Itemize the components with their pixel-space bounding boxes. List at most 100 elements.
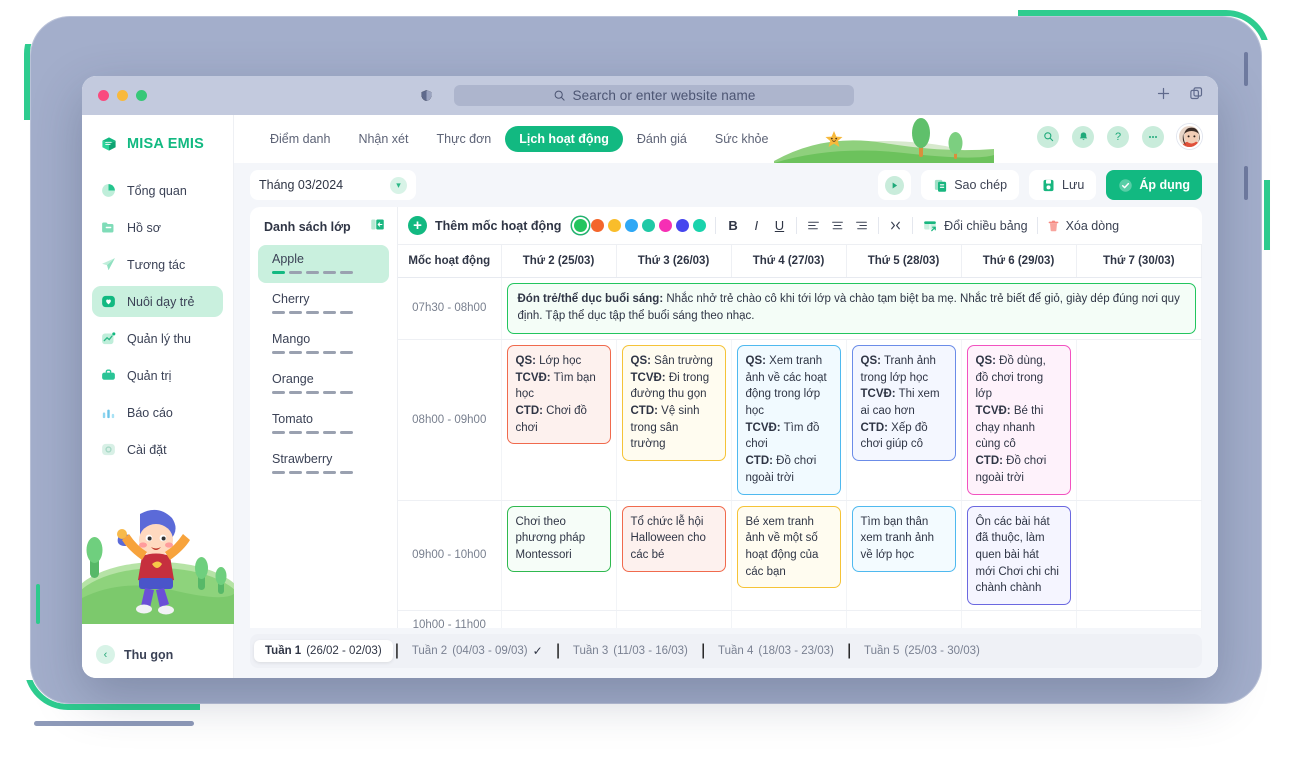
window-controls[interactable] — [98, 90, 147, 101]
class-item-apple[interactable]: Apple — [258, 245, 389, 283]
tab-thuc-don[interactable]: Thực đơn — [422, 126, 505, 152]
transpose-table-button[interactable]: Đổi chiều bảng — [922, 219, 1028, 233]
activity-cell-empty[interactable] — [961, 610, 1077, 628]
banner-cell[interactable]: Đón trẻ/thể dục buổi sáng: Nhắc nhở trẻ … — [501, 277, 1202, 341]
activity-cell-empty[interactable] — [616, 610, 732, 628]
sidebar-item-tuong-tac[interactable]: Tương tác — [92, 249, 223, 280]
activity-cell-empty[interactable] — [1076, 339, 1202, 501]
decor-underline — [34, 721, 194, 726]
activity-card[interactable]: Chơi theo phương pháp Montessori — [506, 505, 611, 572]
activity-cell-empty[interactable] — [1076, 500, 1202, 611]
activity-card[interactable]: QS: Sân trường TCVĐ: Đi trong đường thu … — [621, 345, 726, 462]
activity-cell[interactable]: QS: Tranh ảnh trong lớp học TCVĐ: Thi xe… — [846, 339, 962, 501]
add-activity-button[interactable]: + Thêm mốc hoạt động — [408, 216, 561, 235]
color-swatch-teal[interactable] — [642, 219, 656, 232]
activity-cell[interactable]: QS: Sân trường TCVĐ: Đi trong đường thu … — [616, 339, 732, 501]
activity-card[interactable]: Tìm bạn thân xem tranh ảnh về lớp học — [851, 505, 956, 572]
activity-cell[interactable]: Tìm bạn thân xem tranh ảnh về lớp học — [846, 500, 962, 611]
color-swatch-pink[interactable] — [659, 219, 673, 232]
delete-row-button[interactable]: Xóa dòng — [1047, 219, 1119, 233]
color-swatch-blue[interactable] — [625, 219, 639, 232]
sidebar-item-nuoi-day-tre[interactable]: Nuôi dạy trẻ — [92, 286, 223, 317]
sidebar-item-bao-cao[interactable]: Báo cáo — [92, 397, 223, 428]
minimize-window-button[interactable] — [117, 90, 128, 101]
month-select[interactable]: Tháng 03/2024 ▾ — [250, 170, 416, 200]
activity-card[interactable]: QS: Tranh ảnh trong lớp học TCVĐ: Thi xe… — [851, 345, 956, 462]
color-swatch-green[interactable] — [574, 219, 588, 232]
brand-logo[interactable]: MISA EMIS — [82, 115, 233, 155]
activity-cell[interactable]: QS: Lớp học TCVĐ: Tìm bạn học CTD: Chơi … — [501, 339, 617, 501]
activity-cell-empty[interactable] — [846, 610, 962, 628]
class-item-mango[interactable]: Mango — [258, 325, 389, 363]
play-button[interactable] — [878, 170, 912, 200]
sidebar-item-tong-quan[interactable]: Tổng quan — [92, 175, 223, 206]
activity-card[interactable]: QS: Lớp học TCVĐ: Tìm bạn học CTD: Chơi … — [506, 345, 611, 445]
color-swatch-indigo[interactable] — [676, 219, 690, 232]
class-item-strawberry[interactable]: Strawberry — [258, 445, 389, 483]
activity-cell[interactable]: Ôn các bài hát đã thuộc, làm quen bài há… — [961, 500, 1077, 611]
bold-button[interactable]: B — [725, 218, 740, 233]
align-right-icon[interactable] — [854, 219, 869, 232]
class-item-cherry[interactable]: Cherry — [258, 285, 389, 323]
close-window-button[interactable] — [98, 90, 109, 101]
bell-icon[interactable] — [1072, 125, 1094, 148]
activity-card[interactable]: QS: Xem tranh ảnh về các hoạt động trong… — [736, 345, 841, 495]
maximize-window-button[interactable] — [136, 90, 147, 101]
activity-banner[interactable]: Đón trẻ/thể dục buổi sáng: Nhắc nhở trẻ … — [506, 282, 1196, 335]
tab-suc-khoe[interactable]: Sức khỏe — [701, 126, 783, 152]
cell-key: QS: — [860, 355, 881, 368]
color-swatch-yellow[interactable] — [608, 219, 622, 232]
activity-card[interactable]: Bé xem tranh ảnh về một số hoạt động của… — [736, 505, 841, 589]
activity-cell[interactable]: Chơi theo phương pháp Montessori — [501, 500, 617, 611]
tab-lich-hoat-dong[interactable]: Lịch hoạt động — [505, 126, 623, 152]
copy-tabs-icon[interactable] — [1189, 86, 1204, 101]
class-item-tomato[interactable]: Tomato — [258, 405, 389, 443]
more-icon[interactable] — [1142, 125, 1164, 148]
copy-button[interactable]: Sao chép — [921, 170, 1020, 200]
tab-diem-danh[interactable]: Điểm danh — [256, 126, 344, 152]
week-tab-2[interactable]: Tuần 2 (04/03 - 09/03) ✓ — [401, 639, 554, 663]
week-tab-3[interactable]: Tuần 3 (11/03 - 16/03) — [562, 640, 699, 662]
sidebar-item-quan-ly-thu[interactable]: Quản lý thu — [92, 323, 223, 354]
tab-danh-gia[interactable]: Đánh giá — [623, 126, 701, 152]
sidebar-item-cai-dat[interactable]: Cài đặt — [92, 434, 223, 465]
week-tab-4[interactable]: Tuần 4 (18/03 - 23/03) — [707, 640, 845, 662]
activity-cell-empty[interactable] — [501, 610, 617, 628]
merge-cells-icon[interactable] — [888, 219, 903, 232]
plus-circle-icon: + — [408, 216, 427, 235]
user-avatar[interactable] — [1177, 124, 1202, 149]
collapse-sidebar-button[interactable]: ‹ Thu gọn — [96, 645, 173, 664]
plus-icon[interactable] — [1156, 86, 1171, 101]
activity-cell[interactable]: Tổ chức lễ hội Halloween cho các bé — [616, 500, 732, 611]
search-icon[interactable] — [1037, 125, 1059, 148]
sidebar-item-ho-so[interactable]: Hồ sơ — [92, 212, 223, 243]
week-tab-5[interactable]: Tuần 5 (25/03 - 30/03) — [853, 640, 991, 662]
help-icon[interactable]: ? — [1107, 125, 1129, 148]
cell-key: QS: — [515, 355, 536, 368]
apply-button[interactable]: Áp dụng — [1106, 170, 1202, 200]
week-number: Tuần 5 — [863, 645, 900, 657]
activity-card[interactable]: QS: Đồ dùng, đồ chơi trong lớp TCVĐ: Bé … — [966, 345, 1071, 495]
shield-icon[interactable] — [420, 88, 433, 103]
activity-cell[interactable]: QS: Đồ dùng, đồ chơi trong lớp TCVĐ: Bé … — [961, 339, 1077, 501]
sidebar-item-quan-tri[interactable]: Quản trị — [92, 360, 223, 391]
editor-toolbar: + Thêm mốc hoạt động B I U Đổi chiều bản… — [398, 207, 1202, 245]
activity-cell-empty[interactable] — [1076, 610, 1202, 628]
align-left-icon[interactable] — [806, 219, 821, 232]
save-button[interactable]: Lưu — [1029, 170, 1097, 200]
tab-nhan-xet[interactable]: Nhận xét — [344, 126, 422, 152]
italic-button[interactable]: I — [750, 218, 763, 233]
panel-collapse-icon[interactable] — [370, 217, 385, 237]
activity-card[interactable]: Tổ chức lễ hội Halloween cho các bé — [621, 505, 726, 572]
week-tab-1[interactable]: Tuần 1 (26/02 - 02/03) — [254, 640, 393, 662]
color-swatch-mint[interactable] — [693, 219, 707, 232]
color-swatch-orange[interactable] — [591, 219, 605, 232]
align-center-icon[interactable] — [830, 219, 845, 232]
activity-card[interactable]: Ôn các bài hát đã thuộc, làm quen bài há… — [966, 505, 1071, 605]
activity-cell[interactable]: QS: Xem tranh ảnh về các hoạt động trong… — [731, 339, 847, 501]
activity-cell[interactable]: Bé xem tranh ảnh về một số hoạt động của… — [731, 500, 847, 611]
underline-button[interactable]: U — [772, 218, 787, 233]
url-bar[interactable]: Search or enter website name — [454, 85, 854, 106]
class-item-orange[interactable]: Orange — [258, 365, 389, 403]
activity-cell-empty[interactable] — [731, 610, 847, 628]
